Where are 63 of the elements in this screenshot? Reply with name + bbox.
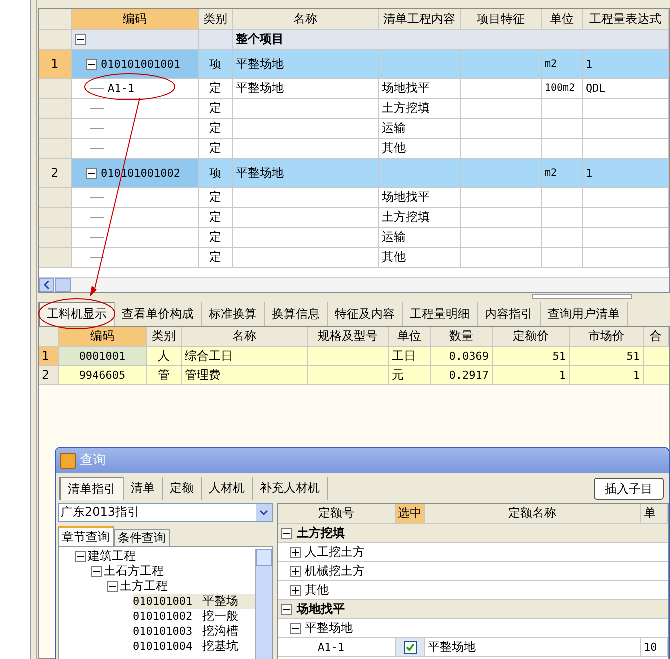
- expand-icon[interactable]: [290, 584, 301, 596]
- unit-cell: 10: [641, 638, 668, 657]
- unit-cell: 元: [389, 366, 431, 385]
- dialog-title: 查询: [80, 453, 106, 468]
- type-cell: 定: [199, 248, 233, 268]
- tree-item[interactable]: 010101002 挖一般: [133, 609, 255, 624]
- expand-icon[interactable]: [290, 566, 301, 576]
- collapse-icon[interactable]: [91, 566, 102, 577]
- insert-button[interactable]: 插入子目: [594, 478, 664, 500]
- category-label[interactable]: 平整场地: [305, 620, 353, 636]
- code-text: 010101001001: [101, 56, 180, 72]
- scrollbar-thumb-icon[interactable]: [55, 278, 71, 292]
- tab[interactable]: 工料机显示: [38, 302, 115, 326]
- name-cell: 管理费: [182, 366, 308, 385]
- tree-node[interactable]: 土方工程: [120, 579, 168, 594]
- tab[interactable]: 定额: [163, 477, 202, 500]
- collapse-icon[interactable]: [107, 581, 118, 592]
- code-cell: 0001001: [59, 347, 147, 366]
- tab[interactable]: 章节查询: [58, 526, 114, 546]
- collapse-icon[interactable]: [281, 528, 292, 538]
- expand-icon[interactable]: [290, 546, 301, 558]
- library-select[interactable]: 广东2013指引: [58, 503, 273, 522]
- code-cell: 9946605: [59, 366, 147, 385]
- tree-node[interactable]: 建筑工程: [88, 549, 136, 564]
- collapse-icon[interactable]: [281, 604, 292, 614]
- collapse-icon[interactable]: [75, 551, 86, 562]
- tab[interactable]: 补充人材机: [253, 477, 328, 500]
- content-cell: 其他: [379, 248, 461, 268]
- collapse-icon[interactable]: [86, 58, 97, 70]
- row-number: 2: [39, 366, 59, 385]
- tree-item[interactable]: 010101004 挖基坑: [133, 639, 255, 654]
- tab[interactable]: 人材机: [202, 477, 253, 500]
- row-number: 1: [39, 347, 59, 366]
- unit-cell: [542, 248, 583, 268]
- tab[interactable]: 条件查询: [114, 529, 170, 546]
- row-number: 2: [39, 159, 72, 188]
- code-text: A1-1: [108, 81, 134, 96]
- quota-name-cell: 平整场地: [425, 638, 641, 657]
- category-label[interactable]: 人工挖土方: [305, 544, 365, 560]
- tree-node[interactable]: 土石方工程: [104, 564, 164, 579]
- collapse-icon[interactable]: [86, 168, 97, 178]
- tab[interactable]: 清单: [124, 477, 163, 500]
- category-label[interactable]: 机械挖土方: [305, 564, 365, 578]
- market-price-cell: 1: [570, 366, 644, 385]
- checkbox[interactable]: [404, 640, 416, 654]
- group-title: 土方挖填: [297, 526, 345, 540]
- splitter-handle-icon[interactable]: [532, 294, 632, 299]
- quota-price-cell: 1: [493, 366, 570, 385]
- tree-item[interactable]: 010101001 平整场: [133, 594, 255, 609]
- category-label[interactable]: 其他: [305, 582, 329, 598]
- quantity-cell: 0.2917: [431, 366, 493, 385]
- column-header: 编码: [59, 327, 147, 347]
- collapse-icon[interactable]: [290, 622, 301, 634]
- column-header: 选中: [396, 504, 425, 524]
- row-number: 1: [39, 50, 72, 79]
- collapse-icon[interactable]: [75, 34, 86, 45]
- app-icon: [60, 452, 76, 468]
- tab[interactable]: 清单指引: [59, 477, 124, 500]
- type-cell: 管: [147, 366, 182, 385]
- column-header: 编码: [72, 9, 199, 30]
- tree-item[interactable]: 010101003 挖沟槽: [133, 624, 255, 639]
- scrollbar[interactable]: [255, 549, 272, 659]
- group-title: 场地找平: [297, 602, 345, 616]
